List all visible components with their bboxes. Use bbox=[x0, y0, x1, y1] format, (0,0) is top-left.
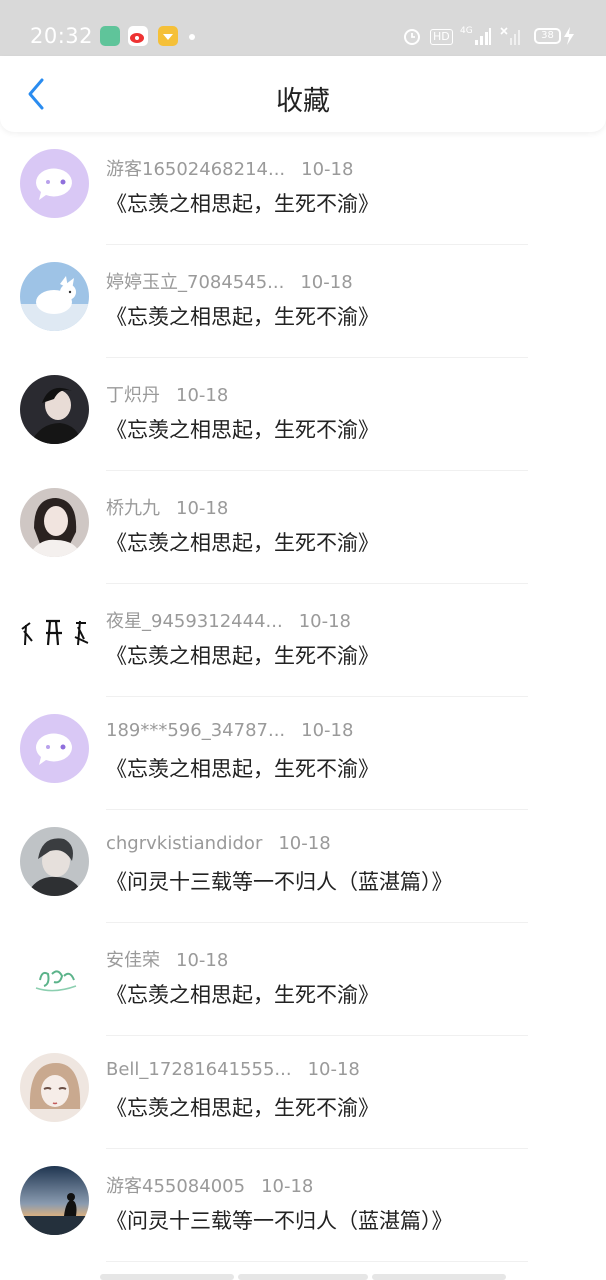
date: 10-18 bbox=[300, 272, 353, 293]
network-4g-label: 4G bbox=[460, 26, 473, 36]
anime-avatar[interactable] bbox=[20, 1053, 89, 1122]
username: 189***596_34787... bbox=[106, 720, 286, 741]
story-title[interactable]: 《问灵十三载等一不归人（蓝湛篇）》 bbox=[106, 1205, 453, 1235]
list-item[interactable]: 桥九九 10-18 《忘羡之相思起，生死不渝》 bbox=[0, 471, 606, 584]
app-notification-icon bbox=[158, 26, 178, 46]
item-meta: Bell_17281641555... 10-18 bbox=[106, 1059, 360, 1080]
bottom-bar-segment bbox=[372, 1274, 506, 1280]
default-avatar[interactable] bbox=[20, 714, 89, 783]
status-time: 20:32 bbox=[30, 24, 94, 48]
story-title[interactable]: 《忘羡之相思起，生死不渝》 bbox=[106, 979, 379, 1009]
story-title[interactable]: 《忘羡之相思起，生死不渝》 bbox=[106, 414, 379, 444]
list-item[interactable]: 婷婷玉立_7084545... 10-18 《忘羡之相思起，生死不渝》 bbox=[0, 245, 606, 358]
username: 婷婷玉立_7084545... bbox=[106, 272, 285, 293]
calligraphy-avatar[interactable] bbox=[20, 601, 89, 670]
username: 丁炽丹 bbox=[106, 385, 160, 406]
alarm-icon bbox=[403, 26, 421, 46]
status-bar: 20:32 HD 4G 38 bbox=[0, 0, 606, 56]
date: 10-18 bbox=[298, 611, 351, 632]
list-item[interactable]: 189***596_34787... 10-18 《忘羡之相思起，生死不渝》 bbox=[0, 697, 606, 810]
signal-2-icon bbox=[500, 26, 520, 46]
username: 安佳荣 bbox=[106, 950, 160, 971]
app-notification-icon bbox=[100, 26, 120, 46]
date: 10-18 bbox=[301, 720, 354, 741]
charging-icon bbox=[563, 26, 575, 46]
divider bbox=[106, 1261, 528, 1262]
bottom-bar-segment bbox=[238, 1274, 368, 1280]
username: 游客16502468214... bbox=[106, 159, 286, 180]
item-meta: 夜星_9459312444... 10-18 bbox=[106, 607, 351, 633]
date: 10-18 bbox=[176, 385, 229, 406]
date: 10-18 bbox=[176, 950, 229, 971]
story-title[interactable]: 《问灵十三载等一不归人（蓝湛篇）》 bbox=[106, 866, 453, 896]
doodle-avatar[interactable] bbox=[20, 940, 89, 1009]
portrait-avatar[interactable] bbox=[20, 827, 89, 896]
username: 游客455084005 bbox=[106, 1176, 246, 1197]
default-avatar[interactable] bbox=[20, 149, 89, 218]
item-meta: 丁炽丹 10-18 bbox=[106, 381, 228, 407]
item-meta: 安佳荣 10-18 bbox=[106, 946, 228, 972]
list-item[interactable]: chgrvkistiandidor 10-18 《问灵十三载等一不归人（蓝湛篇）》 bbox=[0, 810, 606, 923]
item-meta: 189***596_34787... 10-18 bbox=[106, 720, 353, 741]
username: 桥九九 bbox=[106, 498, 160, 519]
date: 10-18 bbox=[261, 1176, 314, 1197]
story-title[interactable]: 《忘羡之相思起，生死不渝》 bbox=[106, 188, 379, 218]
username: chgrvkistiandidor bbox=[106, 833, 263, 854]
list-item[interactable]: 游客16502468214... 10-18 《忘羡之相思起，生死不渝》 bbox=[0, 132, 606, 245]
signal-icon bbox=[474, 26, 492, 46]
portrait-avatar[interactable] bbox=[20, 488, 89, 557]
hd-icon: HD bbox=[430, 29, 453, 45]
date: 10-18 bbox=[301, 159, 354, 180]
more-notifications-dot bbox=[189, 34, 195, 40]
app-header: 收藏 bbox=[0, 56, 606, 132]
list-item[interactable]: 游客455084005 10-18 《问灵十三载等一不归人（蓝湛篇）》 bbox=[0, 1149, 606, 1262]
date: 10-18 bbox=[176, 498, 229, 519]
list-item[interactable]: 夜星_9459312444... 10-18 《忘羡之相思起，生死不渝》 bbox=[0, 584, 606, 697]
username: Bell_17281641555... bbox=[106, 1059, 292, 1080]
list-item[interactable]: 安佳荣 10-18 《忘羡之相思起，生死不渝》 bbox=[0, 923, 606, 1036]
story-title[interactable]: 《忘羡之相思起，生死不渝》 bbox=[106, 301, 379, 331]
item-meta: chgrvkistiandidor 10-18 bbox=[106, 833, 331, 854]
bottom-bar-segment bbox=[100, 1274, 234, 1280]
list-item[interactable]: Bell_17281641555... 10-18 《忘羡之相思起，生死不渝》 bbox=[0, 1036, 606, 1149]
portrait-avatar[interactable] bbox=[20, 375, 89, 444]
date: 10-18 bbox=[278, 833, 331, 854]
battery-icon: 38 bbox=[534, 28, 561, 44]
username: 夜星_9459312444... bbox=[106, 611, 283, 632]
story-title[interactable]: 《忘羡之相思起，生死不渝》 bbox=[106, 527, 379, 557]
story-title[interactable]: 《忘羡之相思起，生死不渝》 bbox=[106, 753, 379, 783]
item-meta: 游客16502468214... 10-18 bbox=[106, 155, 353, 181]
item-meta: 桥九九 10-18 bbox=[106, 494, 228, 520]
white-fox-avatar[interactable] bbox=[20, 262, 89, 331]
list-item[interactable]: 丁炽丹 10-18 《忘羡之相思起，生死不渝》 bbox=[0, 358, 606, 471]
story-title[interactable]: 《忘羡之相思起，生死不渝》 bbox=[106, 640, 379, 670]
story-title[interactable]: 《忘羡之相思起，生死不渝》 bbox=[106, 1092, 379, 1122]
item-meta: 游客455084005 10-18 bbox=[106, 1172, 313, 1198]
date: 10-18 bbox=[307, 1059, 360, 1080]
item-meta: 婷婷玉立_7084545... 10-18 bbox=[106, 268, 353, 294]
weibo-icon bbox=[128, 26, 148, 46]
sunset-avatar[interactable] bbox=[20, 1166, 89, 1235]
page-title: 收藏 bbox=[276, 86, 330, 117]
